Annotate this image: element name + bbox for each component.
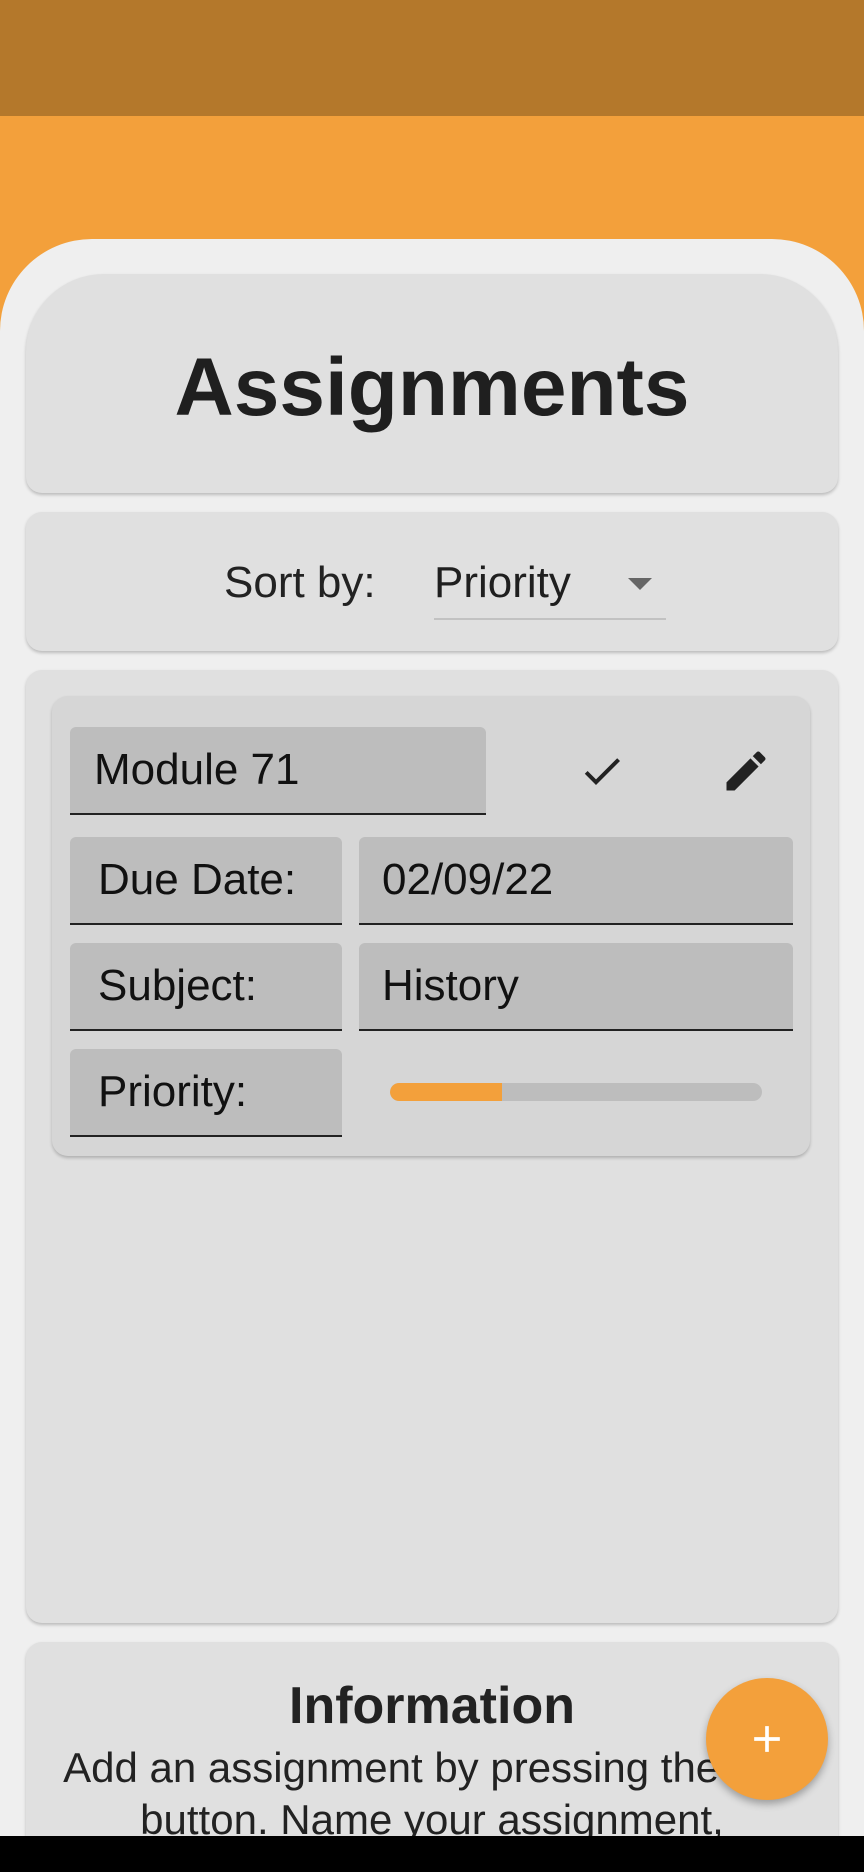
sort-label: Sort by: — [224, 558, 376, 607]
complete-button[interactable] — [570, 739, 634, 803]
priority-label: Priority: — [70, 1049, 342, 1137]
priority-slider-fill — [390, 1083, 502, 1101]
sort-dropdown[interactable]: Priority — [434, 548, 666, 620]
due-date-field[interactable]: 02/09/22 — [359, 837, 793, 925]
assignment-name-field[interactable]: Module 71 — [70, 727, 486, 815]
chevron-down-icon — [628, 578, 652, 590]
system-nav-bar — [0, 1836, 864, 1872]
subject-label: Subject: — [70, 943, 342, 1031]
priority-slider[interactable] — [390, 1083, 762, 1101]
assignment-card: Module 71 Due Date: 02/09/22 Subject: Hi… — [52, 696, 810, 1156]
due-date-label: Due Date: — [70, 837, 342, 925]
edit-button[interactable] — [714, 739, 778, 803]
page-title: Assignments — [174, 341, 690, 433]
subject-field[interactable]: History — [359, 943, 793, 1031]
plus-icon — [754, 1726, 780, 1752]
add-assignment-button[interactable] — [706, 1678, 828, 1800]
assignment-list: Module 71 Due Date: 02/09/22 Subject: Hi… — [26, 670, 838, 1623]
check-icon — [584, 758, 620, 785]
sort-selected-value: Priority — [434, 558, 571, 607]
status-bar — [0, 0, 864, 116]
pencil-icon — [726, 751, 766, 791]
title-card: Assignments — [26, 274, 838, 493]
sort-card: Sort by: Priority — [26, 512, 838, 651]
content-sheet: Assignments Sort by: Priority Module 71 … — [0, 239, 864, 1872]
information-text: Add an assignment by pressing the add bu… — [63, 1744, 801, 1843]
